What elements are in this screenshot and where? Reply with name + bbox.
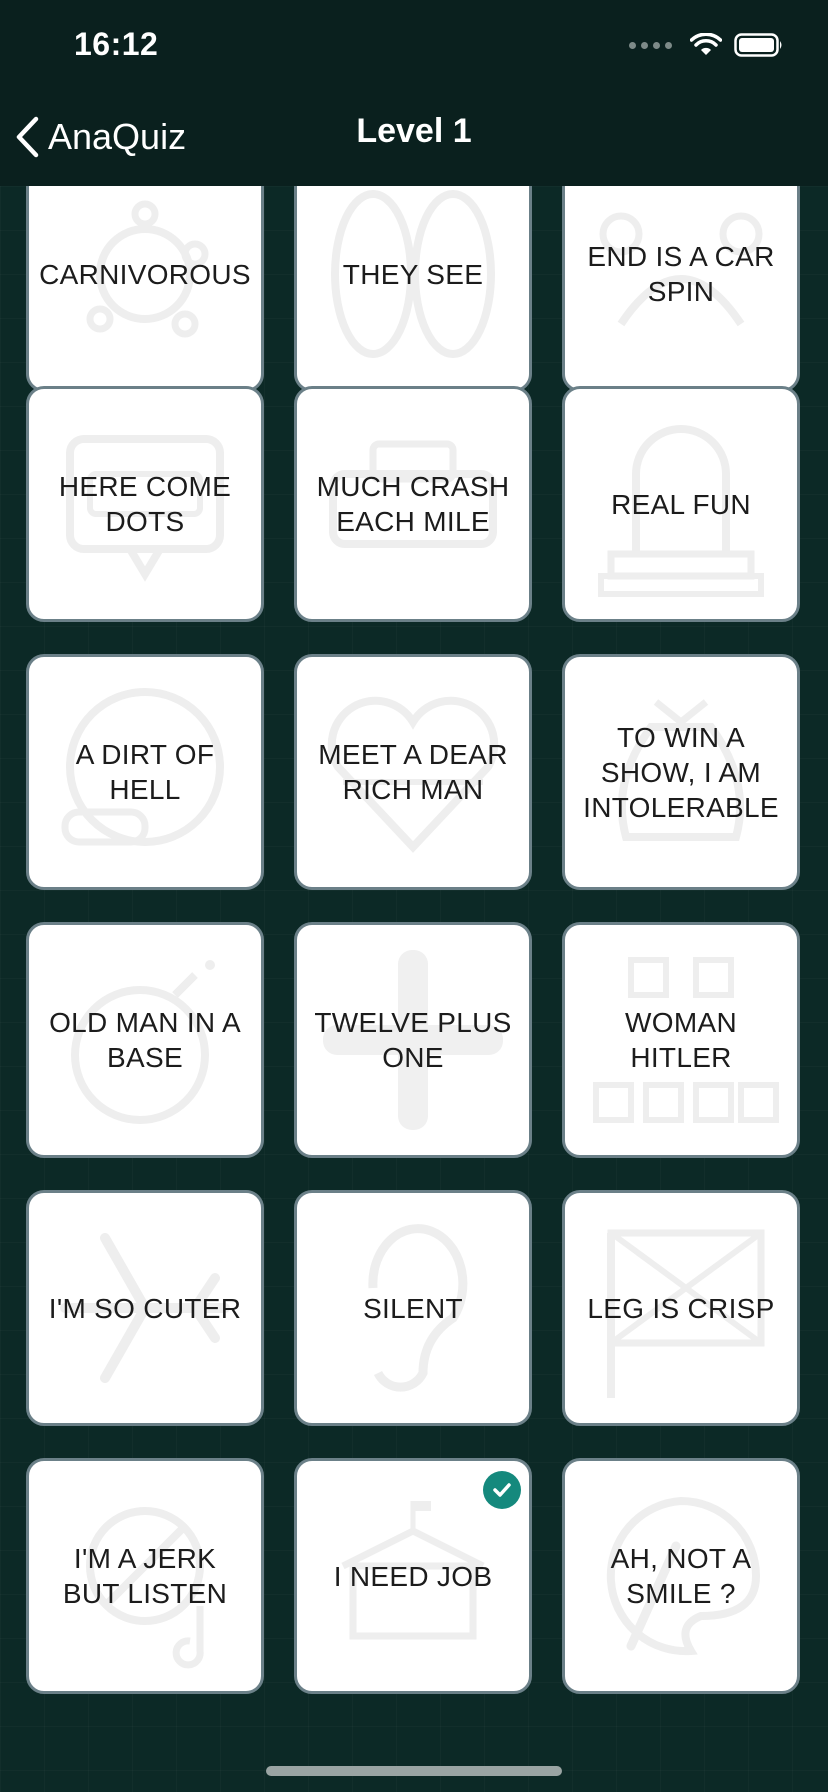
puzzle-tile[interactable]: END IS A CAR SPIN [562,186,800,392]
puzzle-tile[interactable]: CARNIVOROUS [26,186,264,392]
puzzle-tile[interactable]: I'M SO CUTER [26,1190,264,1426]
puzzle-tile-label: I NEED JOB [333,1560,493,1592]
puzzle-tile-label: THEY SEE [342,258,484,290]
puzzle-tile-label: WOMAN HITLER [625,1007,737,1073]
status-bar: 16:12 [0,0,828,90]
puzzle-tile[interactable]: AH, NOT A SMILE ? [562,1458,800,1694]
puzzle-tile-label: MEET A DEAR RICH MAN [318,739,508,805]
puzzle-tile[interactable]: TWELVE PLUS ONE [294,922,532,1158]
puzzle-tile[interactable]: I'M A JERK BUT LISTEN [26,1458,264,1694]
puzzle-tile[interactable]: TO WIN A SHOW, I AM INTOLERABLE [562,654,800,890]
puzzle-tile-label: MUCH CRASH EACH MILE [316,471,510,537]
puzzle-tile-label: TWELVE PLUS ONE [314,1007,512,1073]
puzzle-tile-label: I'M A JERK BUT LISTEN [62,1543,228,1609]
page-title: Level 1 [356,112,472,150]
puzzle-tile[interactable]: REAL FUN [562,386,800,622]
wifi-icon [690,33,722,55]
solved-check-icon [483,1471,521,1509]
status-time: 16:12 [74,26,159,62]
puzzle-tile-label: HERE COME DOTS [58,471,232,537]
puzzle-tile[interactable]: WOMAN HITLER [562,922,800,1158]
puzzle-tile[interactable]: THEY SEE [294,186,532,392]
puzzle-tile[interactable]: OLD MAN IN A BASE [26,922,264,1158]
puzzle-tile[interactable]: SILENT [294,1190,532,1426]
puzzle-tile[interactable]: MUCH CRASH EACH MILE [294,386,532,622]
navigation-bar: AnaQuiz Level 1 [0,90,828,186]
puzzle-tile-label: OLD MAN IN A BASE [49,1007,241,1073]
puzzle-tile-label: LEG IS CRISP [587,1292,775,1324]
puzzle-tile[interactable]: A DIRT OF HELL [26,654,264,890]
puzzle-tile-label: A DIRT OF HELL [75,739,215,805]
puzzle-tile-label: SILENT [363,1292,463,1324]
puzzle-tile[interactable]: I NEED JOB [294,1458,532,1694]
battery-icon [734,33,782,57]
puzzle-tile[interactable]: MEET A DEAR RICH MAN [294,654,532,890]
cellular-signal-icon [629,41,672,49]
puzzle-tile-label: AH, NOT A SMILE ? [610,1543,752,1609]
puzzle-tile[interactable]: HERE COME DOTS [26,386,264,622]
puzzle-tile-label: REAL FUN [611,488,751,520]
puzzle-tile-label: TO WIN A SHOW, I AM INTOLERABLE [583,721,779,823]
puzzle-grid: CARNIVOROUS THEY SEE END IS A CAR SPIN HERE… [0,186,828,1792]
puzzle-tile[interactable]: LEG IS CRISP [562,1190,800,1426]
puzzle-tile-label: END IS A CAR SPIN [587,241,775,307]
home-indicator [266,1766,562,1776]
puzzle-tile-label: CARNIVOROUS [39,258,251,290]
status-icons [629,30,784,60]
puzzle-tile-label: I'M SO CUTER [48,1292,242,1324]
